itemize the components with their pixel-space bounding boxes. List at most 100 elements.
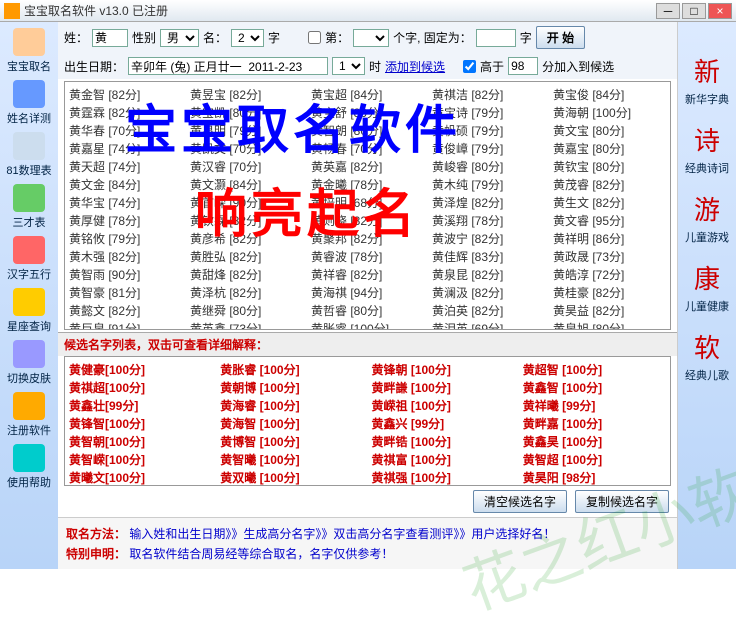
name-cell[interactable]: 黄泉明 [79分]	[190, 122, 303, 139]
name-cell[interactable]: 黄峻睿 [80分]	[432, 158, 545, 175]
right-item-dict[interactable]: 新新华字典	[685, 52, 729, 107]
name-cell[interactable]: 黄继舜 [80分]	[190, 302, 303, 319]
name-cell[interactable]: 黄则晓 [82分]	[311, 212, 424, 229]
name-cell[interactable]: 黄首嵘 [90分]	[190, 194, 303, 211]
name-cell[interactable]: 黄泉昆 [82分]	[432, 266, 545, 283]
di-select[interactable]	[353, 29, 389, 47]
fixed-input[interactable]	[476, 29, 516, 47]
sidebar-item-skin[interactable]: 切换皮肤	[3, 338, 55, 388]
score-input[interactable]	[508, 57, 538, 75]
candidate-cell[interactable]: 黄智曦 [100分]	[220, 451, 363, 468]
name-cell[interactable]: 黄懿文 [82分]	[69, 302, 182, 319]
name-cell[interactable]: 黄溪翔 [78分]	[432, 212, 545, 229]
name-grid[interactable]: 黄金智 [82分]黄昱宝 [82分]黄宝超 [84分]黄祺洁 [82分]黄宝俊 …	[64, 81, 671, 330]
name-cell[interactable]: 黄澜汲 [82分]	[432, 284, 545, 301]
birth-input[interactable]	[128, 57, 328, 75]
name-cell[interactable]: 黄智朗 [80分]	[311, 122, 424, 139]
name-cell[interactable]: 黄俊嶂 [79分]	[432, 140, 545, 157]
candidate-cell[interactable]: 黄鑫智 [100分]	[523, 379, 666, 396]
candidate-cell[interactable]: 黄畔謙 [100分]	[372, 379, 515, 396]
name-cell[interactable]: 黄宝俊 [84分]	[553, 86, 666, 103]
name-cell[interactable]: 黄昊益 [82分]	[553, 302, 666, 319]
name-cell[interactable]: 黄政晟 [73分]	[553, 248, 666, 265]
candidate-cell[interactable]: 黄祺超[100分]	[69, 379, 212, 396]
sidebar-item-help[interactable]: 使用帮助	[3, 442, 55, 492]
name-cell[interactable]: 黄天超 [74分]	[69, 158, 182, 175]
candidate-cell[interactable]: 黄曦文[100分]	[69, 469, 212, 486]
name-cell[interactable]: 黄宝凯 [80分]	[190, 104, 303, 121]
name-cell[interactable]: 黄英鑫 [73分]	[190, 320, 303, 330]
di-checkbox[interactable]	[308, 31, 321, 44]
name-cell[interactable]: 黄波宁 [82分]	[432, 230, 545, 247]
name-cell[interactable]: 黄泊英 [82分]	[432, 302, 545, 319]
name-cell[interactable]: 黄泪英 [69分]	[432, 320, 545, 330]
sidebar-item-naming[interactable]: 宝宝取名	[3, 26, 55, 76]
candidate-cell[interactable]: 黄昊阳 [98分]	[523, 469, 666, 486]
name-cell[interactable]: 黄巨泉 [91分]	[69, 320, 182, 330]
sidebar-item-register[interactable]: 注册软件	[3, 390, 55, 440]
name-cell[interactable]: 黄胀睿 [100分]	[311, 320, 424, 330]
candidate-cell[interactable]: 黄海睿 [100分]	[220, 397, 363, 414]
name-cell[interactable]: 黄木强 [82分]	[69, 248, 182, 265]
candidate-cell[interactable]: 黄胀睿 [100分]	[220, 361, 363, 378]
name-cell[interactable]: 黄帆硕 [79分]	[432, 122, 545, 139]
name-cell[interactable]: 黄泽煌 [82分]	[432, 194, 545, 211]
candidate-cell[interactable]: 黄畔锆 [100分]	[372, 433, 515, 450]
candidate-cell[interactable]: 黄海智 [100分]	[220, 415, 363, 432]
candidate-cell[interactable]: 黄鑫昊 [100分]	[523, 433, 666, 450]
name-cell[interactable]: 黄霆霖 [82分]	[69, 104, 182, 121]
maximize-button[interactable]: □	[682, 3, 706, 19]
name-cell[interactable]: 黄哲睿 [80分]	[311, 302, 424, 319]
candidate-list[interactable]: 黄健豪[100分]黄胀睿 [100分]黄锋朝 [100分]黄超智 [100分]黄…	[64, 356, 671, 486]
name-cell[interactable]: 黄凯文 [70分]	[190, 140, 303, 157]
start-button[interactable]: 开 始	[536, 26, 585, 49]
name-cell[interactable]: 黄嘉宝 [80分]	[553, 140, 666, 157]
name-cell[interactable]: 黄桂豪 [82分]	[553, 284, 666, 301]
candidate-cell[interactable]: 黄朝博 [100分]	[220, 379, 363, 396]
name-cell[interactable]: 黄文灏 [84分]	[190, 176, 303, 193]
name-cell[interactable]: 黄海朝 [100分]	[553, 104, 666, 121]
name-cell[interactable]: 黄培明 [68分]	[311, 194, 424, 211]
candidate-cell[interactable]: 黄超智 [100分]	[523, 361, 666, 378]
name-cell[interactable]: 黄英嘉 [82分]	[311, 158, 424, 175]
candidate-cell[interactable]: 黄嵘祖 [100分]	[372, 397, 515, 414]
candidate-cell[interactable]: 黄健豪[100分]	[69, 361, 212, 378]
right-item-game[interactable]: 游儿童游戏	[685, 190, 729, 245]
close-button[interactable]: ×	[708, 3, 732, 19]
name-cell[interactable]: 黄宝诗 [79分]	[432, 104, 545, 121]
name-cell[interactable]: 黄彦希 [82分]	[190, 230, 303, 247]
sidebar-item-wuxing[interactable]: 汉字五行	[3, 234, 55, 284]
name-cell[interactable]: 黄文宝 [80分]	[553, 122, 666, 139]
name-cell[interactable]: 黄泉旭 [80分]	[553, 320, 666, 330]
name-cell[interactable]: 黄泽杭 [82分]	[190, 284, 303, 301]
right-item-health[interactable]: 康儿童健康	[685, 259, 729, 314]
name-cell[interactable]: 黄睿波 [78分]	[311, 248, 424, 265]
candidate-cell[interactable]: 黄双曦 [100分]	[220, 469, 363, 486]
gender-select[interactable]: 男	[160, 29, 199, 47]
name-cell[interactable]: 黄木纯 [79分]	[432, 176, 545, 193]
name-cell[interactable]: 黄铭攸 [79分]	[69, 230, 182, 247]
namelen-select[interactable]: 2	[231, 29, 264, 47]
name-cell[interactable]: 黄金曦 [78分]	[311, 176, 424, 193]
candidate-cell[interactable]: 黄智超 [100分]	[523, 451, 666, 468]
add-candidate-link[interactable]: 添加到候选	[385, 58, 445, 75]
minimize-button[interactable]: ─	[656, 3, 680, 19]
name-cell[interactable]: 黄祥睿 [82分]	[311, 266, 424, 283]
name-cell[interactable]: 黄嘉星 [74分]	[69, 140, 182, 157]
right-item-poem[interactable]: 诗经典诗词	[685, 121, 729, 176]
name-cell[interactable]: 黄文睿 [95分]	[553, 212, 666, 229]
name-cell[interactable]: 黄文金 [84分]	[69, 176, 182, 193]
sidebar-item-test[interactable]: 姓名详测	[3, 78, 55, 128]
name-cell[interactable]: 黄甜烽 [82分]	[190, 266, 303, 283]
name-cell[interactable]: 黄钦宝 [80分]	[553, 158, 666, 175]
name-cell[interactable]: 黄祺洁 [82分]	[432, 86, 545, 103]
surname-input[interactable]	[92, 29, 128, 47]
name-cell[interactable]: 黄茂睿 [82分]	[553, 176, 666, 193]
sidebar-item-sancai[interactable]: 三才表	[3, 182, 55, 232]
name-cell[interactable]: 黄宝舒 [80分]	[311, 104, 424, 121]
candidate-cell[interactable]: 黄锋朝 [100分]	[372, 361, 515, 378]
name-cell[interactable]: 黄皓淳 [72分]	[553, 266, 666, 283]
name-cell[interactable]: 黄生文 [82分]	[553, 194, 666, 211]
name-cell[interactable]: 黄华宝 [74分]	[69, 194, 182, 211]
name-cell[interactable]: 黄胜弘 [82分]	[190, 248, 303, 265]
